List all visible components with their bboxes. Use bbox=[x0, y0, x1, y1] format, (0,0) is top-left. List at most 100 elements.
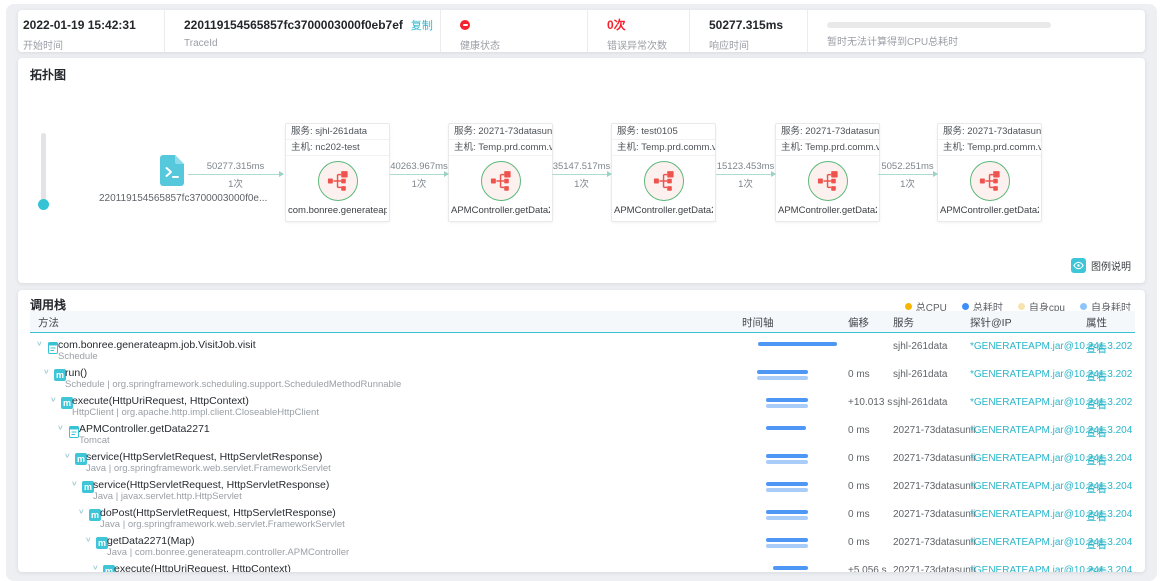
table-row[interactable]: ∨APMController.getData2271Tomcat0 ms2027… bbox=[30, 421, 1135, 449]
method-name[interactable]: service(HttpServletRequest, HttpServletR… bbox=[86, 451, 322, 463]
table-row[interactable]: ∨mservice(HttpServletRequest, HttpServle… bbox=[30, 477, 1135, 505]
edge-time-label: 40263.967ms bbox=[349, 161, 489, 172]
probe-ip-link[interactable]: *GENERATEAPM.jar@10.241.3.204 bbox=[970, 453, 1132, 464]
copy-trace-id-button[interactable]: 复制 bbox=[411, 20, 433, 32]
service-name: sjhl-261data bbox=[893, 369, 947, 380]
method-name[interactable]: com.bonree.generateapm.job.VisitJob.visi… bbox=[58, 339, 256, 351]
probe-ip-link[interactable]: *GENERATEAPM.jar@10.241.3.204 bbox=[970, 481, 1132, 492]
timeline-self-bar bbox=[757, 376, 808, 380]
timeline-self-bar bbox=[766, 404, 808, 408]
view-attributes-link[interactable]: 查看 bbox=[1086, 369, 1107, 384]
response-time-label: 响应时间 bbox=[709, 37, 807, 52]
chevron-down-icon[interactable]: ∨ bbox=[71, 479, 78, 487]
table-row[interactable]: ∨mdoPost(HttpServletRequest, HttpServlet… bbox=[30, 505, 1135, 533]
method-detail: Java | org.springframework.web.servlet.F… bbox=[86, 463, 331, 474]
method-name[interactable]: execute(HttpUriRequest, HttpContext) bbox=[114, 563, 291, 573]
chevron-down-icon[interactable]: ∨ bbox=[50, 395, 57, 403]
chevron-down-icon[interactable]: ∨ bbox=[64, 451, 71, 459]
chevron-down-icon[interactable]: ∨ bbox=[57, 423, 64, 431]
table-row[interactable]: ∨mservice(HttpServletRequest, HttpServle… bbox=[30, 449, 1135, 477]
edge-arrow bbox=[390, 174, 448, 175]
method-name[interactable]: doPost(HttpServletRequest, HttpServletRe… bbox=[100, 507, 336, 519]
edge-count-label: 1次 bbox=[512, 176, 652, 190]
probe-ip-link[interactable]: *GENERATEAPM.jar@10.241.3.202 bbox=[970, 369, 1132, 380]
probe-ip-link[interactable]: *GENERATEAPM.jar@10.241.3.202 bbox=[970, 397, 1132, 408]
zoom-slider-handle[interactable] bbox=[38, 199, 49, 210]
edge-count-label: 1次 bbox=[838, 176, 978, 190]
node-caption: com.bonree.generateapm.job.Vis... bbox=[288, 205, 387, 216]
chevron-down-icon[interactable]: ∨ bbox=[92, 563, 99, 571]
node-service-row: 服务: 20271-73datasunli bbox=[938, 124, 1041, 140]
root-trace-label: 220119154565857fc3700003000f0e... bbox=[99, 193, 249, 204]
view-attributes-link[interactable]: 查看 bbox=[1086, 341, 1107, 356]
method-detail: Tomcat bbox=[79, 435, 110, 446]
table-row[interactable]: ∨ com.bonree.generateapm.job.VisitJob.vis… bbox=[30, 337, 1135, 365]
col-header-probe: 探针@IP bbox=[970, 315, 1012, 330]
method-name[interactable]: execute(HttpUriRequest, HttpContext) bbox=[72, 395, 249, 407]
error-count-cell: 0次 错误异常次数 bbox=[588, 10, 690, 52]
view-attributes-link[interactable]: 查看 bbox=[1086, 565, 1107, 572]
method-name[interactable]: service(HttpServletRequest, HttpServletR… bbox=[93, 479, 329, 491]
view-attributes-link[interactable]: 查看 bbox=[1086, 537, 1107, 552]
method-name[interactable]: getData2271(Map) bbox=[107, 535, 195, 547]
cpu-total-cell: 暂时无法计算得到CPU总耗时 bbox=[808, 10, 1145, 52]
legend-help-label: 图例说明 bbox=[1091, 258, 1131, 273]
col-header-service: 服务 bbox=[893, 315, 914, 330]
topology-node-card[interactable]: 服务: 20271-73datasunli主机: Temp.prd.comm.v… bbox=[937, 123, 1042, 222]
topology-node-card[interactable]: 服务: sjhl-261data主机: nc202-testcom.bonree… bbox=[285, 123, 390, 222]
service-name: 20271-73datasunli bbox=[893, 453, 975, 464]
trace-id-value: 220119154565857fc3700003000f0eb7ef复制 bbox=[184, 18, 440, 33]
table-row[interactable]: ∨mexecute(HttpUriRequest, HttpContext)Ht… bbox=[30, 393, 1135, 421]
method-name[interactable]: APMController.getData2271 bbox=[79, 423, 210, 435]
method-name[interactable]: run() bbox=[65, 367, 87, 379]
table-row[interactable]: ∨mrun()Schedule | org.springframework.sc… bbox=[30, 365, 1135, 393]
probe-ip-link[interactable]: *GENERATEAPM.jar@10.241.3.204 bbox=[970, 537, 1132, 548]
node-caption: APMController.getData2291 bbox=[614, 205, 713, 216]
node-host-row: 主机: Temp.prd.comm.vm.by.idc.b... bbox=[449, 140, 552, 156]
legend-dot-icon bbox=[962, 303, 969, 310]
zoom-slider-track[interactable] bbox=[41, 133, 46, 207]
service-name: sjhl-261data bbox=[893, 397, 947, 408]
start-time-cell: 2022-01-19 15:42:31 开始时间 bbox=[18, 10, 165, 52]
edge-count-label: 1次 bbox=[349, 176, 489, 190]
table-row[interactable]: ∨mgetData2271(Map)Java | com.bonree.gene… bbox=[30, 533, 1135, 561]
method-detail: HttpClient | org.apache.http.impl.client… bbox=[72, 407, 319, 418]
node-service-row: 服务: test0105 bbox=[612, 124, 715, 140]
node-host-row: 主机: Temp.prd.comm.vm.by.idc.b... bbox=[776, 140, 879, 156]
probe-ip-link[interactable]: *GENERATEAPM.jar@10.241.3.204 bbox=[970, 425, 1132, 436]
method-detail: Schedule bbox=[58, 351, 98, 362]
view-attributes-link[interactable]: 查看 bbox=[1086, 481, 1107, 496]
topology-node-card[interactable]: 服务: 20271-73datasunli主机: Temp.prd.comm.v… bbox=[448, 123, 553, 222]
view-attributes-link[interactable]: 查看 bbox=[1086, 509, 1107, 524]
offset-value: +5.056 s bbox=[848, 565, 887, 572]
offset-value: 0 ms bbox=[848, 425, 870, 436]
chevron-down-icon[interactable]: ∨ bbox=[36, 339, 43, 347]
cpu-progress-bar bbox=[827, 22, 1051, 28]
chevron-down-icon[interactable]: ∨ bbox=[43, 367, 50, 375]
chevron-down-icon[interactable]: ∨ bbox=[85, 535, 92, 543]
offset-value: 0 ms bbox=[848, 369, 870, 380]
response-time-cell: 50277.315ms 响应时间 bbox=[690, 10, 808, 52]
topology-node-card[interactable]: 服务: test0105主机: Temp.prd.comm.vm.by.idc.… bbox=[611, 123, 716, 222]
timeline-self-bar bbox=[766, 516, 808, 520]
start-time-label: 开始时间 bbox=[23, 37, 164, 52]
edge-arrow bbox=[552, 174, 611, 175]
view-attributes-link[interactable]: 查看 bbox=[1086, 425, 1107, 440]
timeline-total-bar bbox=[758, 342, 837, 346]
topology-node-card[interactable]: 服务: 20271-73datasunli主机: Temp.prd.comm.v… bbox=[775, 123, 880, 222]
timeline-total-bar bbox=[757, 370, 808, 374]
probe-ip-link[interactable]: *GENERATEAPM.jar@10.241.3.204 bbox=[970, 509, 1132, 520]
table-row[interactable]: ∨mexecute(HttpUriRequest, HttpContext)+5… bbox=[30, 561, 1135, 572]
probe-ip-link[interactable]: *GENERATEAPM.jar@10.241.3.202 bbox=[970, 341, 1132, 352]
node-service-row: 服务: 20271-73datasunli bbox=[449, 124, 552, 140]
view-attributes-link[interactable]: 查看 bbox=[1086, 397, 1107, 412]
trace-id-label: TraceId bbox=[184, 38, 440, 49]
probe-ip-link[interactable]: *GENERATEAPM.jar@10.241.3.204 bbox=[970, 565, 1132, 572]
node-service-row: 服务: 20271-73datasunli bbox=[776, 124, 879, 140]
view-attributes-link[interactable]: 查看 bbox=[1086, 453, 1107, 468]
error-count-value: 0次 bbox=[607, 18, 689, 32]
method-detail: Java | com.bonree.generateapm.controller… bbox=[107, 547, 349, 558]
legend-help-button[interactable]: 图例说明 bbox=[1071, 258, 1131, 273]
offset-value: 0 ms bbox=[848, 481, 870, 492]
chevron-down-icon[interactable]: ∨ bbox=[78, 507, 85, 515]
